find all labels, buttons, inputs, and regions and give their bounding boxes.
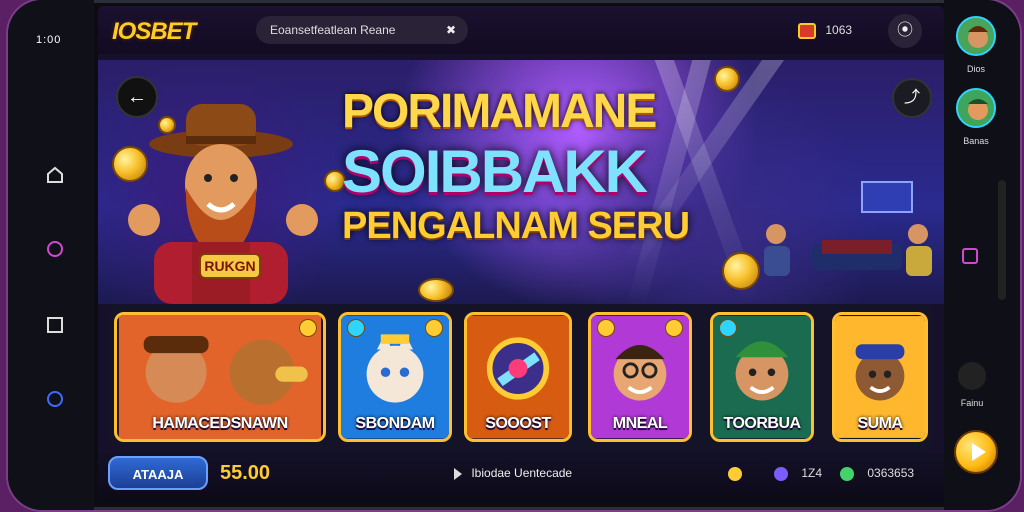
stat-credits[interactable]: 0363653 bbox=[840, 464, 914, 482]
game-title: TOORBUA bbox=[723, 415, 801, 432]
top-bar: IOSBET Eoansetfeatlean Reane ✖ 1063 ⦿ bbox=[98, 6, 944, 54]
coin-badge bbox=[597, 319, 615, 337]
search-input[interactable]: Eoansetfeatlean Reane ✖ bbox=[256, 16, 468, 44]
media-status[interactable]: Ibiodae Uentecade bbox=[454, 466, 572, 480]
credit-count: 0363653 bbox=[867, 466, 915, 480]
gem-icon bbox=[774, 466, 788, 481]
game-title: SBONDAM bbox=[355, 415, 435, 432]
game-card[interactable]: HAMACEDSNAWN bbox=[114, 312, 326, 442]
game-card[interactable]: SBONDAM bbox=[338, 312, 452, 442]
gem-badge bbox=[719, 319, 737, 337]
square-icon[interactable] bbox=[962, 248, 978, 264]
close-icon[interactable]: ✖ bbox=[446, 16, 456, 44]
avatar[interactable] bbox=[956, 16, 996, 56]
media-status-text: Ibiodae Uentecade bbox=[471, 466, 573, 480]
coin-badge bbox=[665, 319, 683, 337]
credit-icon bbox=[840, 466, 854, 481]
balance-display[interactable]: 1063 bbox=[798, 18, 852, 42]
game-card[interactable]: SOOOST bbox=[464, 312, 572, 442]
bottom-bar: ATAAJA 55.00 Ibiodae Uentecade 1Z4 03636… bbox=[98, 450, 944, 502]
avatar-art bbox=[958, 18, 994, 54]
stat-gems[interactable]: 1Z4 bbox=[774, 464, 822, 482]
right-rail: Dios Banas Fainu bbox=[944, 0, 1020, 510]
coin-badge bbox=[299, 319, 317, 337]
gift-icon bbox=[798, 22, 816, 39]
share-button[interactable]: ⤴ bbox=[892, 78, 932, 118]
game-carousel: HAMACEDSNAWN SBONDAM SOOOST MNEAL TOORBU… bbox=[108, 304, 934, 450]
avatar[interactable] bbox=[956, 88, 996, 128]
coin-badge bbox=[425, 319, 443, 337]
game-card[interactable]: SUMA bbox=[832, 312, 928, 442]
app-logo[interactable]: IOSBET bbox=[112, 18, 196, 46]
coin-icon bbox=[728, 466, 742, 481]
game-title: SOOOST bbox=[485, 415, 551, 432]
avatar-art bbox=[958, 90, 994, 126]
banner-headline: PORIMAMANE SOIBBAKK PENGALNAM SERU bbox=[342, 84, 762, 248]
headline-line-1: PORIMAMANE bbox=[342, 85, 657, 138]
game-card[interactable]: MNEAL bbox=[588, 312, 692, 442]
support-icon: ⦿ bbox=[896, 22, 913, 39]
android-nav-bar: 1:00 bbox=[8, 0, 94, 510]
balance-value: 1063 bbox=[825, 23, 853, 37]
primary-action-button[interactable]: ATAAJA bbox=[108, 456, 208, 490]
app-screen: IOSBET Eoansetfeatlean Reane ✖ 1063 ⦿ ← … bbox=[98, 6, 944, 502]
game-card[interactable]: TOORBUA bbox=[710, 312, 814, 442]
status-time: 1:00 bbox=[36, 34, 62, 46]
avatar-label: Dios bbox=[966, 64, 985, 74]
play-button[interactable] bbox=[954, 430, 998, 474]
stat-coin[interactable] bbox=[728, 464, 752, 482]
headline-line-3: PENGALNAM SERU bbox=[342, 205, 690, 247]
camera-icon[interactable] bbox=[958, 362, 986, 390]
circle-icon[interactable] bbox=[46, 240, 64, 258]
game-title: MNEAL bbox=[612, 415, 668, 432]
circle-outline-icon[interactable] bbox=[46, 390, 64, 408]
promo-banner[interactable]: ← ⤴ RUKGN PORIMAMANE SOIBBAKK PENGALNAM … bbox=[98, 60, 944, 304]
gem-count: 1Z4 bbox=[801, 466, 823, 480]
coin-icon bbox=[418, 278, 454, 302]
game-title: SUMA bbox=[857, 415, 903, 432]
play-icon bbox=[454, 467, 462, 480]
gem-badge bbox=[347, 319, 365, 337]
home-icon[interactable] bbox=[46, 166, 64, 184]
camera-label: Fainu bbox=[960, 398, 984, 408]
search-placeholder: Eoansetfeatlean Reane bbox=[270, 23, 396, 37]
cowboy-badge-text: RUKGN bbox=[204, 258, 255, 274]
avatar-label: Banas bbox=[963, 136, 989, 146]
amount-display: 55.00 bbox=[220, 462, 271, 484]
cowboy-character: RUKGN bbox=[128, 104, 318, 304]
game-title: HAMACEDSNAWN bbox=[152, 415, 288, 432]
support-button[interactable]: ⦿ bbox=[888, 14, 922, 48]
volume-button[interactable] bbox=[998, 180, 1006, 300]
poker-table-scene bbox=[764, 181, 932, 276]
headline-line-2: SOIBBAKK bbox=[342, 138, 648, 205]
recent-apps-icon[interactable] bbox=[46, 316, 64, 334]
share-icon: ⤴ bbox=[903, 89, 920, 106]
phone-frame: 1:00 IOSBET Eoansetfeatlean Reane ✖ 1063 bbox=[8, 0, 1020, 510]
